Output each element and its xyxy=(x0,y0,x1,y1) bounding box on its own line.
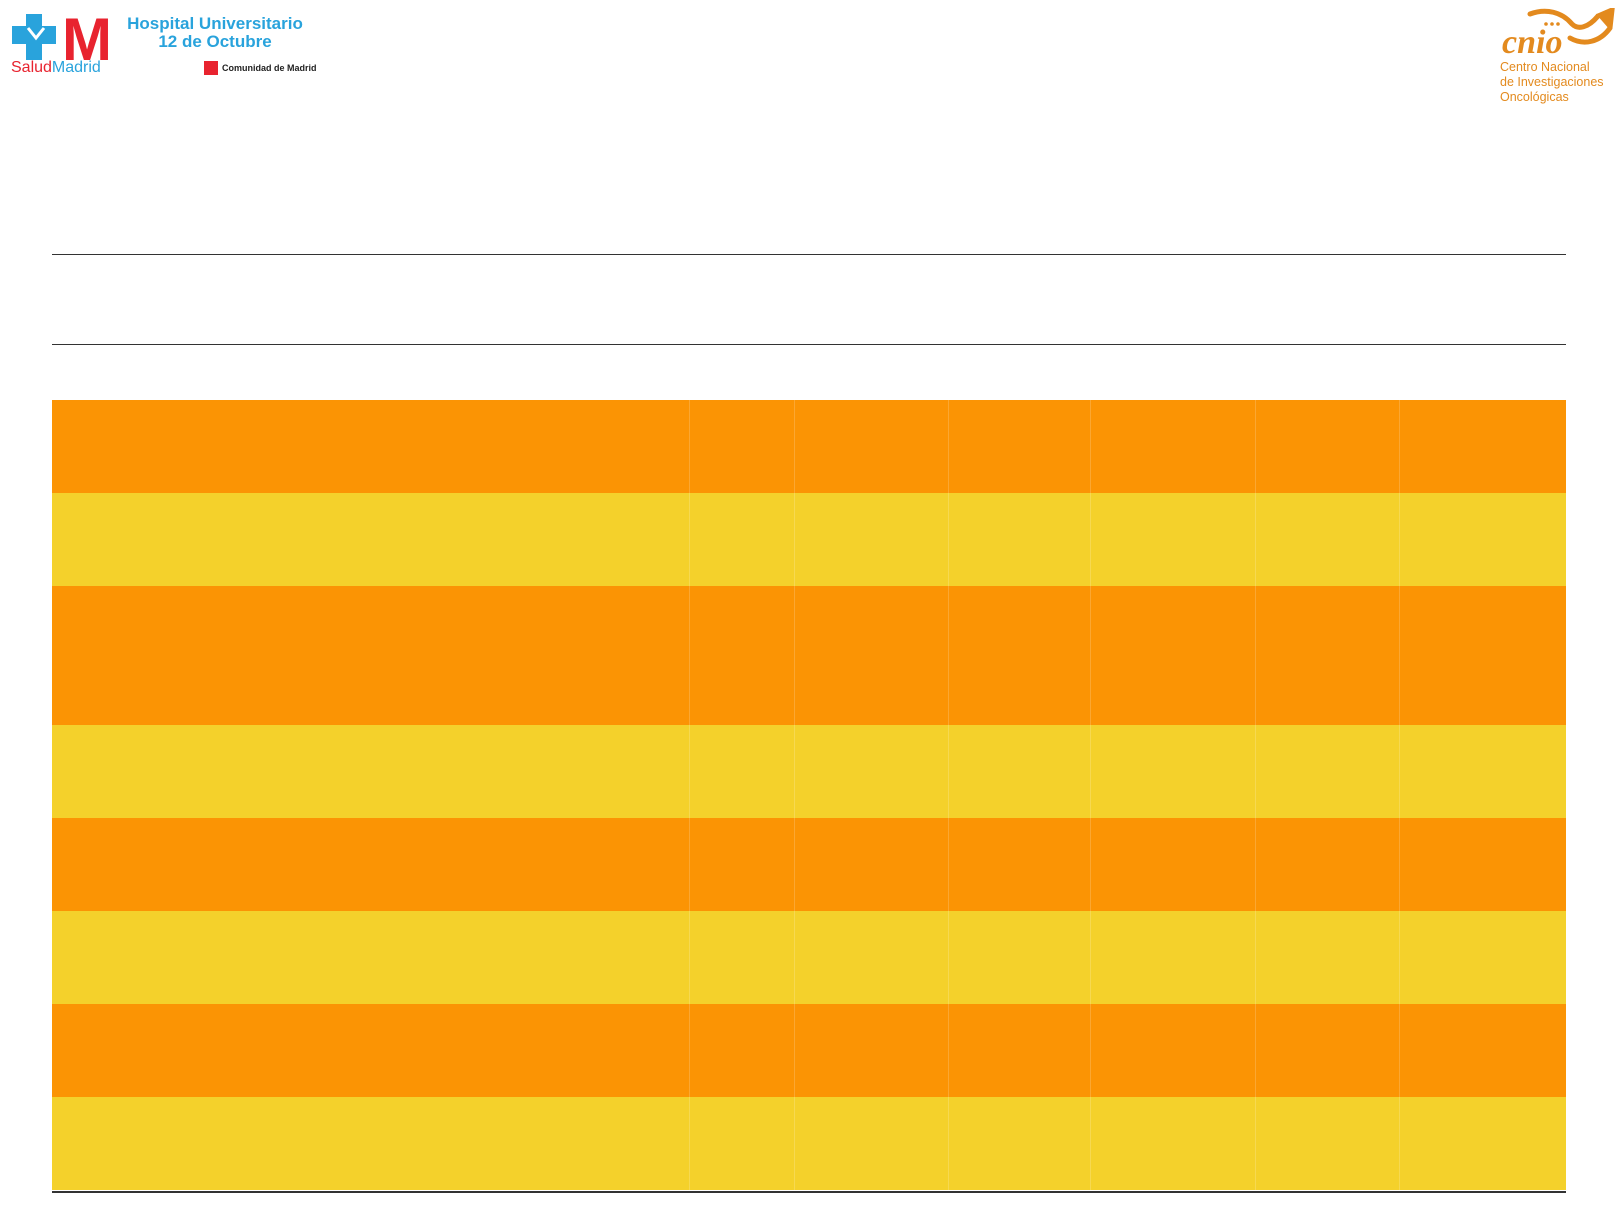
hospital-name-line1: Hospital Universitario xyxy=(127,14,303,33)
medical-cross-icon xyxy=(12,14,56,60)
table-row xyxy=(52,725,1566,818)
table-cell xyxy=(949,1097,1091,1190)
table-cell xyxy=(1091,586,1256,725)
table-row xyxy=(52,1097,1566,1190)
table-cell xyxy=(52,1097,690,1190)
table-cell xyxy=(795,725,949,818)
table-cell xyxy=(690,725,795,818)
table-cell xyxy=(949,1004,1091,1097)
table-cell xyxy=(1091,818,1256,911)
table-cell xyxy=(1400,1097,1566,1190)
hospital-logo: M SaludMadrid Hospital Universitario 12 … xyxy=(6,10,336,82)
table-row xyxy=(52,818,1566,911)
table-cell xyxy=(1400,911,1566,1004)
table-cell xyxy=(949,493,1091,586)
table-cell xyxy=(1256,911,1400,1004)
table-cell xyxy=(1091,725,1256,818)
table-cell xyxy=(52,400,690,493)
table-row xyxy=(52,1004,1566,1097)
table-row xyxy=(52,586,1566,725)
table-cell xyxy=(1400,586,1566,725)
table-bottom-rule xyxy=(52,1191,1566,1193)
table-cell xyxy=(1256,1004,1400,1097)
table-row xyxy=(52,493,1566,586)
table-cell xyxy=(690,586,795,725)
cnio-logo: cnio Centro Nacional de Investigaciones … xyxy=(1484,8,1615,108)
table-cell xyxy=(795,1097,949,1190)
table-cell xyxy=(52,911,690,1004)
table-cell xyxy=(1091,911,1256,1004)
data-table xyxy=(52,400,1566,1190)
saludmadrid-wordmark: SaludMadrid xyxy=(11,59,101,77)
cnio-full-name: Centro Nacional de Investigaciones Oncol… xyxy=(1500,60,1604,105)
cnio-line1: Centro Nacional xyxy=(1500,60,1590,74)
cnio-line2: de Investigaciones xyxy=(1500,75,1604,89)
comunidad-madrid-mark: Comunidad de Madrid xyxy=(204,61,317,75)
table-cell xyxy=(1091,1097,1256,1190)
title-bottom-rule xyxy=(52,344,1566,345)
table-cell xyxy=(1256,586,1400,725)
table-cell xyxy=(690,400,795,493)
table-cell xyxy=(795,400,949,493)
table-cell xyxy=(690,493,795,586)
table-cell xyxy=(1400,818,1566,911)
table-row xyxy=(52,911,1566,1004)
table-cell xyxy=(1400,493,1566,586)
table-cell xyxy=(52,818,690,911)
comunidad-flag-icon xyxy=(204,61,218,75)
table-cell xyxy=(949,400,1091,493)
table-cell xyxy=(1091,400,1256,493)
table-cell xyxy=(1400,725,1566,818)
table-cell xyxy=(1256,493,1400,586)
table-cell xyxy=(1400,400,1566,493)
table-cell xyxy=(52,493,690,586)
table-cell xyxy=(690,1004,795,1097)
table-cell xyxy=(949,586,1091,725)
table-cell xyxy=(1256,400,1400,493)
table-cell xyxy=(690,911,795,1004)
table-row xyxy=(52,400,1566,493)
table-cell xyxy=(795,818,949,911)
table-cell xyxy=(1256,725,1400,818)
brand-word-salud: Salud xyxy=(11,59,52,76)
comunidad-label: Comunidad de Madrid xyxy=(222,63,317,73)
table-cell xyxy=(1091,1004,1256,1097)
table-cell xyxy=(1400,1004,1566,1097)
table-cell xyxy=(1091,493,1256,586)
table-cell xyxy=(52,725,690,818)
cnio-acronym: cnio xyxy=(1502,24,1563,61)
table-cell xyxy=(795,911,949,1004)
table-cell xyxy=(52,1004,690,1097)
table-cell xyxy=(949,911,1091,1004)
table-cell xyxy=(795,586,949,725)
table-cell xyxy=(690,818,795,911)
table-cell xyxy=(690,1097,795,1190)
table-cell xyxy=(949,725,1091,818)
hospital-name-line2: 12 de Octubre xyxy=(158,32,272,51)
title-top-rule xyxy=(52,254,1566,255)
brand-word-madrid: Madrid xyxy=(51,59,101,76)
table-cell xyxy=(1256,1097,1400,1190)
table-cell xyxy=(795,493,949,586)
table-cell xyxy=(949,818,1091,911)
table-cell xyxy=(1256,818,1400,911)
cnio-line3: Oncológicas xyxy=(1500,90,1569,104)
table-cell xyxy=(795,1004,949,1097)
table-cell xyxy=(52,586,690,725)
hospital-name: Hospital Universitario 12 de Octubre xyxy=(120,15,310,51)
